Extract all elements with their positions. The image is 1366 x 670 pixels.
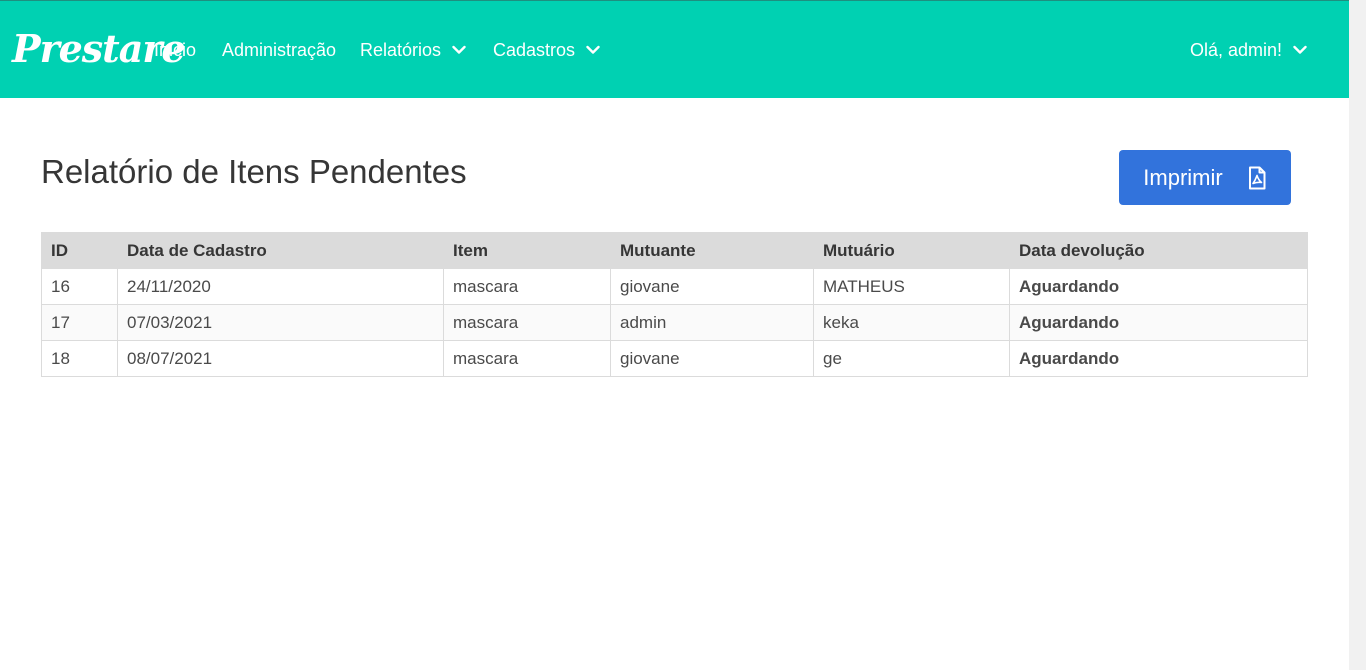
table-row[interactable]: 16 24/11/2020 mascara giovane MATHEUS Ag… xyxy=(41,268,1308,305)
cell-item: mascara xyxy=(443,340,611,377)
cell-mutuario: ge xyxy=(813,340,1010,377)
cell-id: 17 xyxy=(41,304,118,341)
status-badge: Aguardando xyxy=(1009,268,1308,305)
page: Prestare Inicio Administração Relatórios… xyxy=(0,0,1366,670)
print-button-label: Imprimir xyxy=(1143,164,1223,190)
page-title: Relatório de Itens Pendentes xyxy=(41,153,467,190)
file-pdf-icon xyxy=(1247,166,1267,190)
nav-item-label: Cadastros xyxy=(493,40,576,60)
table-row[interactable]: 17 07/03/2021 mascara admin keka Aguarda… xyxy=(41,304,1308,341)
cell-item: mascara xyxy=(443,304,611,341)
nav-item-label: Inicio xyxy=(154,40,197,60)
user-menu[interactable]: Olá, admin! xyxy=(1190,39,1308,61)
column-header-item[interactable]: Item xyxy=(443,232,611,269)
chevron-down-icon xyxy=(451,42,467,58)
table-header-row: ID Data de Cadastro Item Mutuante Mutuár… xyxy=(41,232,1308,269)
cell-id: 16 xyxy=(41,268,118,305)
cell-mutuante: giovane xyxy=(610,340,814,377)
cell-data-cadastro: 07/03/2021 xyxy=(117,304,444,341)
cell-mutuario: MATHEUS xyxy=(813,268,1010,305)
status-badge: Aguardando xyxy=(1009,304,1308,341)
column-header-id[interactable]: ID xyxy=(41,232,118,269)
column-header-mutuario[interactable]: Mutuário xyxy=(813,232,1010,269)
nav-item-relatorios[interactable]: Relatórios xyxy=(360,39,467,61)
nav-item-label: Relatórios xyxy=(360,40,442,60)
cell-item: mascara xyxy=(443,268,611,305)
status-badge: Aguardando xyxy=(1009,340,1308,377)
nav-item-cadastros[interactable]: Cadastros xyxy=(493,39,601,61)
nav-item-administracao[interactable]: Administração xyxy=(222,39,336,61)
column-header-data-devolucao[interactable]: Data devolução xyxy=(1009,232,1308,269)
user-greeting: Olá, admin! xyxy=(1190,40,1283,60)
table-row[interactable]: 18 08/07/2021 mascara giovane ge Aguarda… xyxy=(41,340,1308,377)
cell-mutuante: admin xyxy=(610,304,814,341)
cell-id: 18 xyxy=(41,340,118,377)
nav-item-inicio[interactable]: Inicio xyxy=(154,39,196,61)
pending-items-table: ID Data de Cadastro Item Mutuante Mutuár… xyxy=(41,232,1308,377)
chevron-down-icon xyxy=(1292,42,1308,58)
cell-data-cadastro: 08/07/2021 xyxy=(117,340,444,377)
cell-data-cadastro: 24/11/2020 xyxy=(117,268,444,305)
nav-item-label: Administração xyxy=(222,40,337,60)
chevron-down-icon xyxy=(585,42,601,58)
column-header-data-cadastro[interactable]: Data de Cadastro xyxy=(117,232,444,269)
print-button[interactable]: Imprimir xyxy=(1119,150,1291,205)
column-header-mutuante[interactable]: Mutuante xyxy=(610,232,814,269)
vertical-scrollbar[interactable] xyxy=(1349,0,1366,670)
cell-mutuante: giovane xyxy=(610,268,814,305)
cell-mutuario: keka xyxy=(813,304,1010,341)
top-navbar: Prestare Inicio Administração Relatórios… xyxy=(0,0,1349,98)
